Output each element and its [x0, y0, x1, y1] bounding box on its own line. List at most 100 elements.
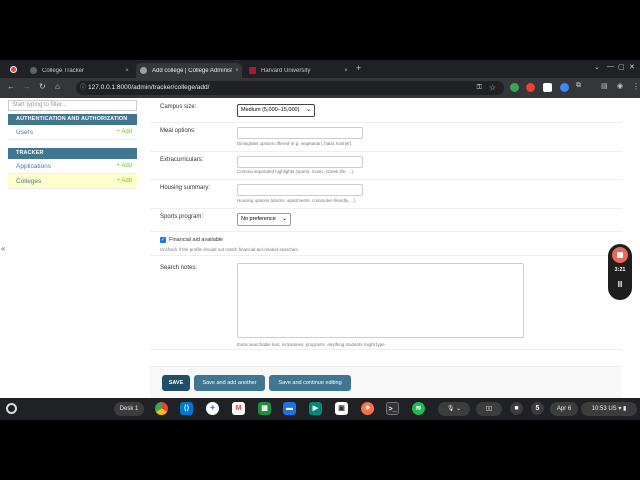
- profile-icon[interactable]: ◉: [617, 82, 623, 90]
- browser-window: College Tracker × Add college | College …: [0, 60, 640, 398]
- app-icon[interactable]: ▣: [335, 402, 348, 415]
- address-bar[interactable]: ⓘ 127.0.0.1:8000/admin/tracker/college/a…: [76, 81, 504, 95]
- clock-text: 10:53: [591, 406, 607, 412]
- os-shelf: Desk 1 ⟨⟩ ✦ M ▦ ▬ ▶ ▣ ✷ >_ ≋ 🎙 ⌄ ▯▯ ■ 5 …: [0, 398, 640, 420]
- date-pill[interactable]: Apr 6: [550, 402, 578, 416]
- tab-harvard[interactable]: Harvard University ×: [245, 63, 351, 78]
- campus-size-row: Campus size: Medium (5,000–15,000) ⌄: [150, 98, 622, 123]
- launcher-icon[interactable]: [6, 403, 17, 414]
- field-label: Sports program:: [160, 214, 204, 220]
- submit-row: SAVE Save and add another Save and conti…: [150, 366, 622, 398]
- extension-icon[interactable]: [526, 83, 535, 92]
- module-header-auth[interactable]: AUTHENTICATION AND AUTHORIZATION: [8, 114, 137, 125]
- sidebar-item-applications[interactable]: Applications + Add: [8, 159, 137, 174]
- sidebar-filter-input[interactable]: Start typing to filter...: [8, 100, 137, 111]
- extensions-puzzle-icon[interactable]: ⧉: [576, 82, 581, 90]
- app-icon[interactable]: ✷: [361, 402, 374, 415]
- sheets-icon[interactable]: ▦: [258, 402, 271, 415]
- minimize-button[interactable]: —: [607, 63, 614, 70]
- spotify-icon[interactable]: ≋: [412, 402, 425, 415]
- forward-button[interactable]: →: [23, 82, 31, 91]
- reload-button[interactable]: ↻: [39, 82, 46, 91]
- menu-icon[interactable]: ⋮: [632, 82, 640, 91]
- checkbox-label[interactable]: Financial aid available: [169, 237, 223, 243]
- pause-recording-button[interactable]: II: [608, 280, 632, 289]
- holding-space-icon[interactable]: ▯▯: [476, 402, 502, 416]
- extension-icon[interactable]: [510, 83, 519, 92]
- extension-icon[interactable]: [560, 83, 569, 92]
- save-and-continue-button[interactable]: Save and continue editing: [269, 375, 351, 391]
- vscode-icon[interactable]: ⟨⟩: [180, 402, 193, 415]
- chevron-down-icon: ⌄: [305, 107, 311, 113]
- add-user-link[interactable]: + Add: [116, 129, 132, 135]
- sidebar-item-colleges[interactable]: Colleges + Add: [8, 174, 137, 189]
- chrome-icon[interactable]: [155, 402, 168, 415]
- housing-summary-input[interactable]: [237, 184, 363, 196]
- stop-recording-button[interactable]: [612, 247, 628, 263]
- tab-strip: College Tracker × Add college | College …: [0, 60, 640, 78]
- mic-pill[interactable]: 🎙 ⌄: [438, 402, 470, 416]
- close-tab-icon[interactable]: ×: [122, 68, 132, 74]
- tab-college-tracker[interactable]: College Tracker ×: [26, 63, 132, 78]
- globe-icon: [30, 67, 37, 74]
- sports-program-row: Sports program: No preference ⌄: [150, 209, 622, 232]
- close-tab-icon[interactable]: ×: [232, 68, 242, 74]
- admin-page: Start typing to filter... AUTHENTICATION…: [0, 98, 640, 398]
- globe-icon: [140, 67, 147, 74]
- add-college-link[interactable]: + Add: [116, 178, 132, 184]
- password-key-icon[interactable]: ⚿: [477, 81, 482, 95]
- search-notes-textarea[interactable]: [237, 263, 524, 338]
- pinwheel-app-icon[interactable]: ✦: [206, 402, 219, 415]
- housing-summary-row: Housing summary: Housing options (dorms,…: [150, 180, 622, 209]
- notification-icon[interactable]: 5: [531, 402, 544, 415]
- locale-text: US: [608, 406, 617, 412]
- new-tab-button[interactable]: +: [356, 63, 361, 73]
- home-button[interactable]: ⌂: [55, 82, 60, 91]
- module-header-tracker[interactable]: TRACKER: [8, 148, 137, 159]
- gmail-icon[interactable]: M: [232, 402, 245, 415]
- meal-options-input[interactable]: [237, 127, 363, 139]
- site-info-icon[interactable]: ⓘ: [80, 81, 86, 95]
- extracurriculars-row: Extracurriculars: Comma separated highli…: [150, 152, 622, 180]
- select-value: No preference: [241, 216, 276, 222]
- url-text: 127.0.0.1:8000/admin/tracker/college/add…: [88, 84, 210, 91]
- collapse-sidebar-button[interactable]: «: [1, 244, 5, 253]
- field-label: Meal options:: [160, 128, 196, 134]
- files-icon[interactable]: ▬: [283, 402, 296, 415]
- add-application-link[interactable]: + Add: [116, 163, 132, 169]
- status-tray[interactable]: 10:53 US ▾ ▮: [581, 402, 637, 416]
- financial-aid-checkbox[interactable]: ✓: [160, 237, 166, 243]
- stop-icon[interactable]: ■: [510, 402, 523, 415]
- help-text: Housing options (dorms, apartments, comm…: [237, 198, 357, 203]
- save-button[interactable]: SAVE: [162, 375, 190, 391]
- tab-title: Add college | College Administration: [152, 67, 232, 74]
- extension-icon[interactable]: [543, 83, 552, 92]
- field-label: Extracurriculars:: [160, 157, 204, 163]
- sidebar-item-label[interactable]: Colleges: [16, 178, 41, 185]
- campus-size-select[interactable]: Medium (5,000–15,000) ⌄: [237, 104, 315, 117]
- sidebar-item-label[interactable]: Users: [16, 129, 33, 136]
- wifi-icon: ▾: [618, 406, 622, 412]
- desk-switcher[interactable]: Desk 1: [114, 402, 144, 416]
- close-window-button[interactable]: ✕: [629, 63, 635, 71]
- chevron-down-icon: ⌄: [281, 216, 287, 222]
- tab-add-college[interactable]: Add college | College Administration ×: [136, 63, 242, 78]
- back-button[interactable]: ←: [7, 82, 15, 91]
- sidepanel-icon[interactable]: ▤: [601, 82, 608, 90]
- meet-icon[interactable]: ▶: [309, 402, 322, 415]
- search-notes-row: Search notes: Extra searchable text, nic…: [150, 256, 622, 350]
- tab-title: College Tracker: [42, 67, 85, 74]
- sidebar-item-users[interactable]: Users + Add: [8, 125, 137, 140]
- bookmark-star-icon[interactable]: ☆: [489, 81, 496, 95]
- sports-program-select[interactable]: No preference ⌄: [237, 213, 291, 226]
- extracurriculars-input[interactable]: [237, 156, 363, 168]
- recording-time: 3:21: [614, 267, 626, 273]
- sidebar-item-label[interactable]: Applications: [16, 163, 51, 170]
- save-and-add-another-button[interactable]: Save and add another: [194, 375, 265, 391]
- close-tab-icon[interactable]: ×: [341, 68, 351, 74]
- terminal-icon[interactable]: >_: [386, 402, 399, 415]
- maximize-button[interactable]: ▢: [618, 63, 625, 71]
- field-label: Campus size:: [160, 104, 197, 110]
- screen-recorder-widget: 3:21 II: [608, 244, 632, 300]
- tab-search-icon[interactable]: ⌄: [594, 63, 600, 71]
